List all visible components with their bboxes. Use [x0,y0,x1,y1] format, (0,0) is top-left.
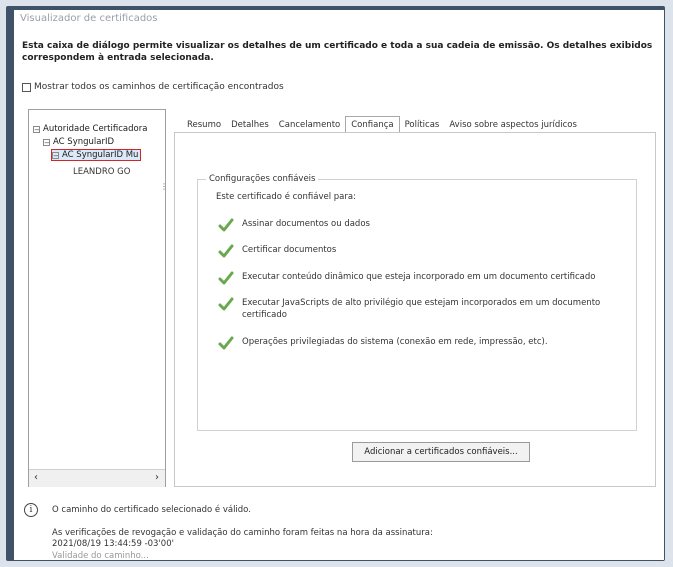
tree-item-leaf[interactable]: LEANDRO GO [73,167,130,177]
tab-cancelamento[interactable]: Cancelamento [274,118,345,132]
trust-intro: Este certificado é confiável para: [216,192,356,202]
cursor-mark: ⋮ [160,182,168,191]
tree-item-label[interactable]: Autoridade Certificadora [43,124,147,134]
verification-info: As verificações de revogação e validação… [52,528,433,550]
tree-item-ac-syngularid-mu[interactable]: − AC SyngularID Mu [51,149,142,161]
tree-item-root-ca[interactable]: − Autoridade Certificadora [33,124,147,134]
collapse-icon[interactable]: − [43,138,50,146]
info-icon: i [24,503,38,517]
dialog-title: Visualizador de certificados [20,13,158,24]
trust-item: Certificar documentos [218,244,336,258]
trust-item-label: Executar JavaScripts de alto privilégio … [242,298,601,320]
tree-horizontal-scrollbar[interactable]: ‹ › [29,469,165,487]
trust-item: Assinar documentos ou dados [218,218,370,232]
scroll-right-icon[interactable]: › [155,472,159,483]
checkmark-icon [218,244,234,258]
certificate-tree[interactable]: − Autoridade Certificadora − AC Syngular… [28,109,168,487]
show-all-paths-row[interactable]: Mostrar todos os caminhos de certificaçã… [22,80,284,94]
trust-item-label: Operações privilegiadas do sistema (cone… [242,337,548,347]
add-to-trusted-button[interactable]: Adicionar a certificados confiáveis... [352,442,530,462]
tab-confianca[interactable]: Confiança [345,116,400,133]
scroll-left-icon[interactable]: ‹ [34,472,38,483]
tab-resumo[interactable]: Resumo [182,118,226,132]
certificate-viewer-dialog: Visualizador de certificados Esta caixa … [14,10,664,560]
path-status-text: O caminho do certificado selecionado é v… [52,505,251,515]
tree-item-label[interactable]: AC SyngularID Mu [62,150,138,160]
trust-item: Executar JavaScripts de alto privilégio … [218,297,608,321]
trusted-settings-group: Configurações confiáveis Este certificad… [197,174,637,462]
trust-item-label: Assinar documentos ou dados [242,219,370,229]
trust-tab-panel: Configurações confiáveis Este certificad… [174,132,656,487]
show-all-paths-label[interactable]: Mostrar todos os caminhos de certificaçã… [34,82,284,92]
show-all-paths-checkbox[interactable] [22,82,31,92]
trust-item-label: Certificar documentos [242,245,337,255]
dialog-description: Esta caixa de diálogo permite visualizar… [22,41,653,63]
tree-item-ac-syngularid[interactable]: − AC SyngularID [43,137,114,147]
collapse-icon[interactable]: − [33,125,40,133]
cut-off-text: Validade do caminho... [52,551,149,560]
collapse-icon[interactable]: − [52,151,59,159]
verification-time: 2021/08/19 13:44:59 -03'00' [52,539,174,549]
tab-detalhes[interactable]: Detalhes [226,118,274,132]
trust-item-label: Executar conteúdo dinâmico que esteja in… [242,272,596,282]
checkmark-icon [218,218,234,232]
tab-strip: Resumo Detalhes Cancelamento Confiança P… [182,116,582,133]
trust-item: Executar conteúdo dinâmico que esteja in… [218,271,595,285]
checkmark-icon [218,336,234,350]
tab-politicas[interactable]: Políticas [400,118,445,132]
tab-aviso-juridico[interactable]: Aviso sobre aspectos jurídicos [444,118,582,132]
checkmark-icon [218,271,234,285]
verification-text: As verificações de revogação e validação… [52,528,433,538]
group-title: Configurações confiáveis [206,174,319,184]
checkmark-icon [218,297,234,311]
trust-item: Operações privilegiadas do sistema (cone… [218,336,548,350]
tree-item-label[interactable]: AC SyngularID [53,137,114,147]
